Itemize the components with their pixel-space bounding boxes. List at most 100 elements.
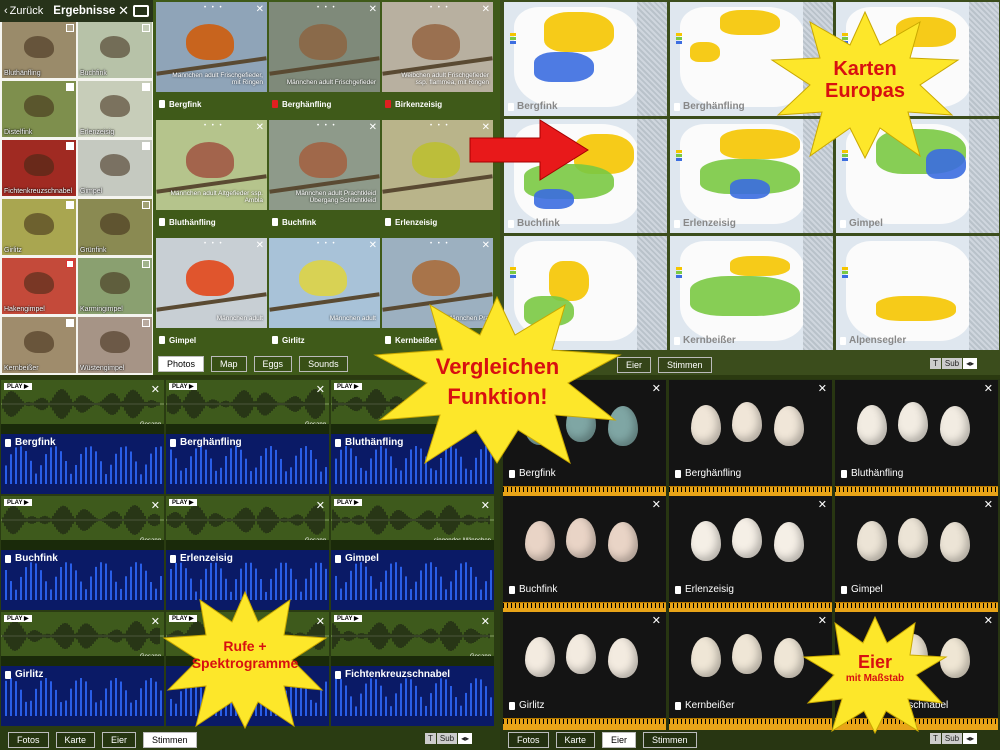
close-icon[interactable]: ✕ [481,499,490,512]
egg-cell[interactable]: ✕ Girlitz [503,612,666,730]
species-thumbnail[interactable]: Girlitz [2,199,76,255]
close-icon[interactable]: ✕ [818,498,827,511]
close-icon[interactable]: ✕ [652,498,661,511]
map-cell[interactable]: Bergfink [504,2,667,116]
select-checkbox[interactable] [142,24,150,32]
close-icon[interactable]: ✕ [369,4,377,15]
species-thumbnail[interactable]: Bluthänfling [2,22,76,78]
tab-stimmen[interactable]: Stimmen [658,357,712,373]
close-icon[interactable]: ✕ [652,614,661,627]
species-thumbnail[interactable]: Erlenzeisig [78,81,152,137]
close-icon[interactable]: ✕ [256,4,264,15]
species-thumbnail[interactable]: Distelfink [2,81,76,137]
photo-cell[interactable]: • • • ✕ Männchen adult Frischgefieder, mit… [156,2,267,119]
tab-eier[interactable]: Eier [602,732,637,748]
close-icon[interactable]: ✕ [818,382,827,395]
close-icon[interactable]: ✕ [118,3,129,19]
tab-eier[interactable]: Eier [102,732,137,748]
select-checkbox[interactable] [66,201,74,209]
egg-cell[interactable]: ✕ Berghänfling [669,380,832,498]
play-button[interactable]: PLAY ▶ [169,383,197,390]
tab-sounds[interactable]: Sounds [299,356,348,372]
sound-cell[interactable]: PLAY ▶✕singendes MännchenGimpel [331,496,494,610]
tab-photos[interactable]: Photos [158,356,205,372]
close-icon[interactable]: ✕ [151,615,160,628]
tab-fotos[interactable]: Fotos [8,732,49,748]
species-thumbnail[interactable]: Buchfink [78,22,152,78]
photo-cell[interactable]: • • • ✕ Männchen adult Altgefieder ssp. Am… [156,120,267,237]
species-thumbnail[interactable]: Karmingimpel [78,258,152,314]
close-icon[interactable]: ✕ [984,614,993,627]
tab-fotos[interactable]: Fotos [508,732,549,748]
close-icon[interactable]: ✕ [481,615,490,628]
close-icon[interactable]: ✕ [652,382,661,395]
close-icon[interactable]: ✕ [369,240,377,251]
close-icon[interactable]: ✕ [482,240,490,251]
arrows-icon[interactable]: ◂▸ [963,733,978,744]
arrows-icon[interactable]: ◂▸ [963,358,978,369]
sound-cell[interactable]: PLAY ▶✕GesangBerghänfling [166,380,329,494]
select-checkbox[interactable] [66,83,74,91]
tab-eggs[interactable]: Eggs [253,356,293,372]
tab-map[interactable]: Map [211,356,247,372]
photo-cell[interactable]: • • • ✕ Männchen adult Frischgefieder Bergh… [269,2,380,119]
egg-cell[interactable]: ✕ Bluthänfling [835,380,998,498]
back-button[interactable]: ‹ Zurück [0,5,43,17]
sound-cell[interactable]: PLAY ▶✕GesangBergfink [1,380,164,494]
play-button[interactable]: PLAY ▶ [334,499,362,506]
tab-karte[interactable]: Karte [555,732,596,748]
sound-cell[interactable]: PLAY ▶✕GesangGirlitz [1,612,164,726]
arrows-icon[interactable]: ◂▸ [458,733,473,744]
close-icon[interactable]: ✕ [369,122,377,133]
species-thumbnail[interactable]: Kernbeißer [2,317,76,373]
map-cell[interactable]: Kernbeißer [670,236,833,350]
close-icon[interactable]: ✕ [316,383,325,396]
tsub-control-sounds[interactable]: T Sub ◂▸ [425,733,473,744]
close-icon[interactable]: ✕ [984,498,993,511]
species-thumbnail[interactable]: Hakengimpel [2,258,76,314]
select-checkbox[interactable] [66,24,74,32]
select-checkbox[interactable] [142,83,150,91]
sound-cell[interactable]: PLAY ▶✕GesangFichtenkreuzschnabel [331,612,494,726]
photo-cell[interactable]: • • • ✕ Weibchen adult Frischgefieder ssp.… [382,2,493,119]
play-button[interactable]: PLAY ▶ [4,383,32,390]
egg-cell[interactable]: ✕ Erlenzeisig [669,496,832,614]
play-button[interactable]: PLAY ▶ [169,499,197,506]
egg-cell[interactable]: ✕ Gimpel [835,496,998,614]
close-icon[interactable]: ✕ [256,122,264,133]
play-button[interactable]: PLAY ▶ [334,615,362,622]
close-icon[interactable]: ✕ [256,240,264,251]
species-thumbnail[interactable]: Grünfink [78,199,152,255]
play-button[interactable]: PLAY ▶ [334,383,362,390]
t-button[interactable]: T [930,358,941,369]
map-cell[interactable]: Alpensegler [836,236,999,350]
select-checkbox[interactable] [66,319,74,327]
t-button[interactable]: T [425,733,436,744]
tab-stimmen[interactable]: Stimmen [643,732,697,748]
species-thumbnail[interactable]: Wüstengimpel [78,317,152,373]
tsub-control[interactable]: T Sub ◂▸ [930,358,978,369]
egg-cell[interactable]: ✕ Buchfink [503,496,666,614]
close-icon[interactable]: ✕ [151,499,160,512]
close-icon[interactable]: ✕ [151,383,160,396]
sub-button[interactable]: Sub [941,358,963,369]
tab-stimmen[interactable]: Stimmen [143,732,197,748]
tab-karte[interactable]: Karte [55,732,96,748]
species-thumbnail[interactable]: Fichtenkreuzschnabel [2,140,76,196]
close-icon[interactable]: ✕ [984,382,993,395]
play-button[interactable]: PLAY ▶ [4,499,32,506]
select-checkbox[interactable] [66,142,74,150]
close-icon[interactable]: ✕ [482,4,490,15]
select-checkbox[interactable] [142,201,150,209]
select-checkbox[interactable] [142,142,150,150]
select-checkbox[interactable] [142,319,150,327]
select-checkbox[interactable] [142,260,150,268]
photo-cell[interactable]: • • • ✕ Männchen adult Prachtkleid Übergan… [269,120,380,237]
photo-cell[interactable]: • • • ✕ Männchen adult Gimpel [156,238,267,355]
select-checkbox[interactable] [66,260,74,268]
sound-cell[interactable]: PLAY ▶✕GesangBuchfink [1,496,164,610]
species-thumbnail-list[interactable]: Bluthänfling Buchfink Distelfink Erlenzeisi… [0,22,153,375]
play-button[interactable]: PLAY ▶ [4,615,32,622]
close-icon[interactable]: ✕ [316,499,325,512]
camera-icon[interactable] [133,5,149,17]
